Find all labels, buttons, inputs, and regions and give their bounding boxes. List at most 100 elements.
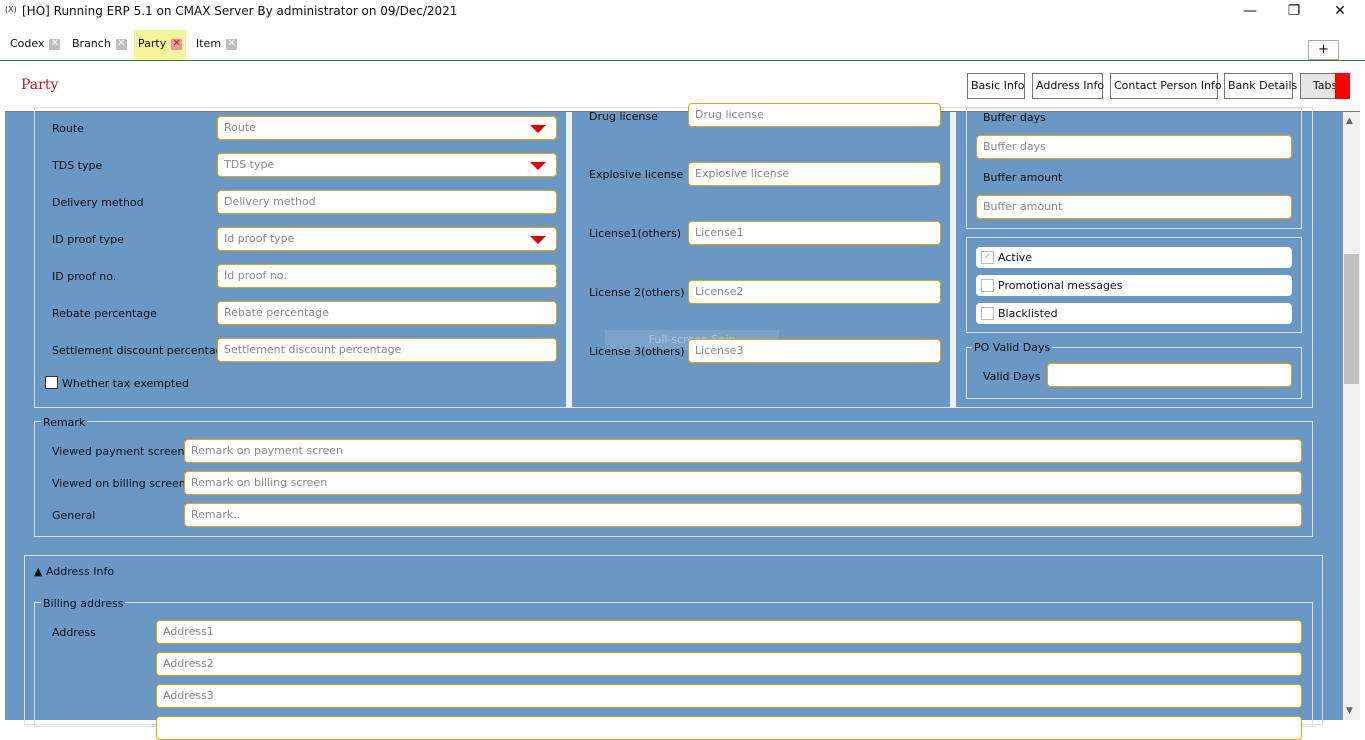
payment-remark-input[interactable]: Remark on payment screen bbox=[184, 439, 1302, 463]
tds-type-label: TDS type bbox=[52, 159, 103, 172]
tab-close-icon[interactable]: ✕ bbox=[171, 38, 183, 50]
settlement-discount-label: Settlement discount percentage bbox=[52, 344, 230, 357]
tab-item[interactable]: Item ✕ bbox=[192, 30, 241, 60]
explosive-license-input[interactable]: Explosive license bbox=[688, 162, 941, 186]
add-tab-button[interactable]: + bbox=[1308, 40, 1339, 60]
minimize-button[interactable]: — bbox=[1227, 0, 1273, 22]
tds-type-dropdown[interactable]: TDS type bbox=[217, 153, 557, 177]
explosive-license-placeholder: Explosive license bbox=[695, 167, 790, 180]
id-proof-no-placeholder: Id proof no. bbox=[224, 269, 287, 282]
close-window-button[interactable]: ✕ bbox=[1317, 0, 1363, 22]
tabs-marker bbox=[1335, 73, 1350, 99]
column-separator bbox=[950, 112, 956, 408]
license3-placeholder: License3 bbox=[695, 344, 744, 357]
tab-close-icon[interactable]: ✕ bbox=[49, 38, 61, 50]
tab-party[interactable]: Party ✕ bbox=[134, 30, 187, 60]
buffer-amount-placeholder: Buffer amount bbox=[983, 200, 1063, 213]
route-dropdown[interactable]: Route bbox=[217, 116, 557, 140]
promotional-checkbox[interactable] bbox=[981, 279, 994, 292]
po-valid-legend: PO Valid Days bbox=[972, 341, 1053, 354]
billing-remark-placeholder: Remark on billing screen bbox=[191, 476, 328, 489]
address3-input[interactable]: Address3 bbox=[156, 684, 1302, 708]
basic-info-button[interactable]: Basic Info bbox=[967, 73, 1025, 99]
restore-button[interactable]: ❐ bbox=[1271, 0, 1317, 22]
tab-branch[interactable]: Branch ✕ bbox=[68, 30, 131, 60]
address-label: Address bbox=[52, 626, 96, 639]
delivery-method-placeholder: Delivery method bbox=[224, 195, 316, 208]
column-separator bbox=[566, 112, 572, 408]
active-label: Active bbox=[998, 251, 1033, 264]
active-checkbox[interactable]: ✓ bbox=[981, 251, 994, 264]
tab-codex[interactable]: Codex ✕ bbox=[6, 30, 64, 60]
active-checkbox-row[interactable]: ✓ Active bbox=[976, 247, 1292, 268]
valid-days-input[interactable] bbox=[1047, 363, 1292, 387]
blacklisted-checkbox[interactable] bbox=[981, 307, 994, 320]
id-proof-type-label: ID proof type bbox=[52, 233, 124, 246]
window-title: [HO] Running ERP 5.1 on CMAX Server By a… bbox=[22, 4, 458, 18]
vertical-scrollbar[interactable] bbox=[1343, 112, 1360, 720]
address2-input[interactable]: Address2 bbox=[156, 652, 1302, 676]
blacklisted-label: Blacklisted bbox=[998, 307, 1058, 320]
address1-input[interactable]: Address1 bbox=[156, 620, 1302, 644]
dropdown-arrow-icon bbox=[530, 236, 546, 244]
dropdown-arrow-icon bbox=[530, 162, 546, 170]
scroll-thumb[interactable] bbox=[1344, 254, 1359, 384]
id-proof-no-input[interactable]: Id proof no. bbox=[217, 264, 557, 288]
promotional-label: Promotional messages bbox=[998, 279, 1123, 292]
valid-days-label: Valid Days bbox=[983, 370, 1041, 383]
route-placeholder: Route bbox=[224, 121, 256, 134]
tax-exempted-checkbox[interactable] bbox=[45, 376, 58, 389]
tax-exempted-label: Whether tax exempted bbox=[62, 377, 190, 390]
billing-address-legend: Billing address bbox=[41, 597, 126, 610]
blacklisted-checkbox-row[interactable]: Blacklisted bbox=[976, 303, 1292, 324]
tab-close-icon[interactable]: ✕ bbox=[226, 38, 238, 50]
bank-details-button[interactable]: Bank Details bbox=[1224, 73, 1297, 99]
buffer-days-placeholder: Buffer days bbox=[983, 140, 1046, 153]
remark-legend: Remark bbox=[41, 416, 88, 429]
license1-input[interactable]: License1 bbox=[688, 221, 941, 245]
drug-license-label: Drug license bbox=[589, 110, 658, 123]
billing-remark-input[interactable]: Remark on billing screen bbox=[184, 471, 1302, 495]
buffer-amount-label: Buffer amount bbox=[983, 171, 1063, 184]
general-remark-input[interactable]: Remark.. bbox=[184, 503, 1302, 527]
license1-label: License1(others) bbox=[589, 227, 682, 240]
billing-remark-label: Viewed on billing screen bbox=[52, 477, 186, 490]
scroll-down-icon[interactable]: ▼ bbox=[1346, 706, 1353, 716]
rebate-percentage-label: Rebate percentage bbox=[52, 307, 157, 320]
delivery-method-input[interactable]: Delivery method bbox=[217, 190, 557, 214]
id-proof-no-label: ID proof no. bbox=[52, 270, 117, 283]
id-proof-type-dropdown[interactable]: Id proof type bbox=[217, 227, 557, 251]
dropdown-arrow-icon bbox=[530, 125, 546, 133]
tab-label: Party bbox=[138, 37, 167, 50]
address-info-button[interactable]: Address Info bbox=[1032, 73, 1104, 99]
buffer-days-input[interactable]: Buffer days bbox=[976, 135, 1292, 159]
rebate-percentage-placeholder: Rebate percentage bbox=[224, 306, 329, 319]
license3-label: License 3(others) bbox=[589, 345, 685, 358]
tab-label: Branch bbox=[72, 37, 111, 50]
contact-person-info-button[interactable]: Contact Person Info bbox=[1110, 73, 1222, 99]
tab-close-icon[interactable]: ✕ bbox=[115, 38, 127, 50]
license3-input[interactable]: License3 bbox=[688, 339, 941, 363]
license2-label: License 2(others) bbox=[589, 286, 685, 299]
route-label: Route bbox=[52, 122, 84, 135]
address-info-toggle[interactable]: ▲ Address Info bbox=[34, 565, 114, 578]
drug-license-placeholder: Drug license bbox=[695, 108, 764, 121]
tab-label: Codex bbox=[10, 37, 45, 50]
buffer-days-label: Buffer days bbox=[983, 111, 1046, 124]
buffer-amount-input[interactable]: Buffer amount bbox=[976, 195, 1292, 219]
promotional-checkbox-row[interactable]: Promotional messages bbox=[976, 275, 1292, 296]
settlement-discount-input[interactable]: Settlement discount percentage bbox=[217, 338, 557, 362]
address3-placeholder: Address3 bbox=[163, 689, 214, 702]
license2-placeholder: License2 bbox=[695, 285, 744, 298]
license2-input[interactable]: License2 bbox=[688, 280, 941, 304]
tds-type-placeholder: TDS type bbox=[224, 158, 275, 171]
general-remark-label: General bbox=[52, 509, 96, 522]
scroll-up-icon[interactable]: ▲ bbox=[1346, 116, 1353, 126]
address2-placeholder: Address2 bbox=[163, 657, 214, 670]
explosive-license-label: Explosive license bbox=[589, 168, 684, 181]
drug-license-input[interactable]: Drug license bbox=[688, 103, 941, 127]
address1-placeholder: Address1 bbox=[163, 625, 214, 638]
tab-label: Item bbox=[196, 37, 222, 50]
payment-remark-placeholder: Remark on payment screen bbox=[191, 444, 344, 457]
rebate-percentage-input[interactable]: Rebate percentage bbox=[217, 301, 557, 325]
